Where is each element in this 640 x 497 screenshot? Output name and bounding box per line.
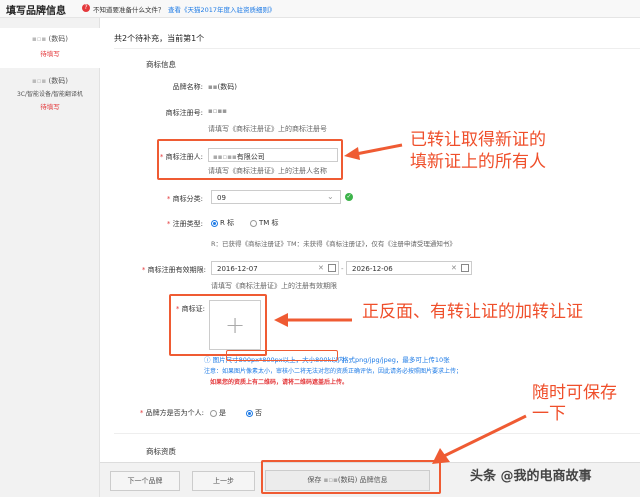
arrow-left-icon — [344, 143, 403, 160]
personal-no[interactable]: 否 — [246, 408, 262, 418]
img-size-highlight — [226, 350, 338, 361]
reg-type-note: R：已获得《商标注册证》TM：未获得《商标注册证》，仅有《注册申请受理通知书》 — [211, 240, 456, 248]
radio-icon — [250, 219, 257, 227]
annotation-cert: 正反面、有转让证的加转让证 — [362, 302, 583, 322]
help-text: 不知道要准备什么文件？ — [93, 6, 165, 14]
date-range-separator: - — [341, 265, 344, 273]
reg-no-value: ▪▫▪▪ — [208, 107, 227, 115]
img-warning: 如果您的资质上有二维码，请将二维码遮盖后上传。 — [210, 379, 349, 386]
calendar-icon[interactable] — [461, 264, 469, 272]
page-title: 填写品牌信息 — [6, 6, 66, 17]
personal-label: * 品牌方是否为个人: — [139, 409, 204, 417]
clear-icon[interactable]: ✕ — [451, 264, 457, 272]
sidebar-item-brand-1[interactable]: ▪▫▪ (数码) 待填写 — [0, 28, 100, 68]
next-brand-button[interactable]: 下一个品牌 — [110, 471, 180, 491]
personal-yes[interactable]: 是 — [210, 408, 226, 418]
img-note: 注意：如果图片像素太小，审核小二将无法对您的资质正确评估，因此请务必按照图片要求… — [204, 368, 463, 375]
radio-icon — [211, 219, 218, 227]
divider — [114, 433, 640, 434]
help-icon: ? — [82, 4, 90, 12]
img-format-hint: 格式png/jpg/jpeg，最多可上传10张 — [342, 356, 450, 364]
watermark-text: 头条 @我的电商故事 — [470, 469, 592, 484]
validity-end-input[interactable]: 2026-12-06 ✕ — [346, 261, 472, 275]
calendar-icon[interactable] — [328, 264, 336, 272]
brand-name-label: 品牌名称: — [172, 83, 203, 91]
reg-type-r[interactable]: R 标 — [211, 218, 234, 228]
reg-type-label: * 注册类型: — [166, 220, 203, 228]
header-bar: 填写品牌信息 ? 不知道要准备什么文件？ 查看《天猫2017年度入驻资质细则》 — [0, 0, 640, 18]
radio-icon — [210, 409, 217, 417]
qualification-title: 商标资质 — [146, 447, 176, 456]
save-highlight — [261, 460, 441, 494]
category-label: * 商标分类: — [166, 195, 203, 203]
annotation-registrant-2: 填新证上的所有人 — [410, 152, 546, 172]
check-icon: ✓ — [345, 193, 353, 201]
radio-icon — [246, 409, 253, 417]
sidebar-item-status: 待填写 — [40, 103, 60, 111]
progress-text: 共2个待补充，当前第1个 — [114, 34, 205, 43]
chevron-down-icon: ⌄ — [327, 192, 334, 201]
reg-no-label: 商标注册号: — [165, 109, 203, 117]
sidebar-item-status: 待填写 — [40, 50, 60, 58]
brand-name-value: ▪▪(数码) — [208, 83, 237, 91]
section-title: 商标信息 — [146, 60, 176, 69]
validity-start-input[interactable]: 2016-12-07 ✕ — [211, 261, 339, 275]
registrant-highlight — [157, 139, 343, 180]
category-select[interactable]: 09 ⌄ — [211, 190, 341, 204]
sidebar-item-brand-2[interactable]: ▪▫▪ (数码) 3C/智能设备/智能翻译机 待填写 — [0, 72, 100, 122]
reg-no-hint: 请填写《商标注册证》上的商标注册号 — [208, 125, 327, 133]
annotation-save-2: 一下 — [532, 404, 566, 424]
divider — [114, 48, 640, 49]
clear-icon[interactable]: ✕ — [318, 264, 324, 272]
reg-type-tm[interactable]: TM 标 — [250, 218, 279, 228]
annotation-registrant-1: 已转让取得新证的 — [410, 130, 546, 150]
arrow-down-icon — [432, 414, 527, 464]
prev-step-button[interactable]: 上一步 — [192, 471, 255, 491]
rules-link[interactable]: 查看《天猫2017年度入驻资质细则》 — [168, 4, 276, 14]
cert-highlight — [169, 294, 267, 356]
sidebar-item-name: (数码) — [48, 77, 68, 85]
validity-label: * 商标注册有效期限: — [141, 266, 206, 274]
annotation-save-1: 随时可保存 — [532, 383, 617, 403]
arrow-left-icon — [274, 313, 352, 327]
brand-sidebar: ▪▫▪ (数码) 待填写 ▪▫▪ (数码) 3C/智能设备/智能翻译机 待填写 — [0, 18, 100, 497]
validity-hint: 请填写《商标注册证》上的注册有效期限 — [211, 282, 337, 290]
sidebar-item-name: (数码) — [48, 35, 68, 43]
sidebar-item-category: 3C/智能设备/智能翻译机 — [16, 91, 84, 98]
